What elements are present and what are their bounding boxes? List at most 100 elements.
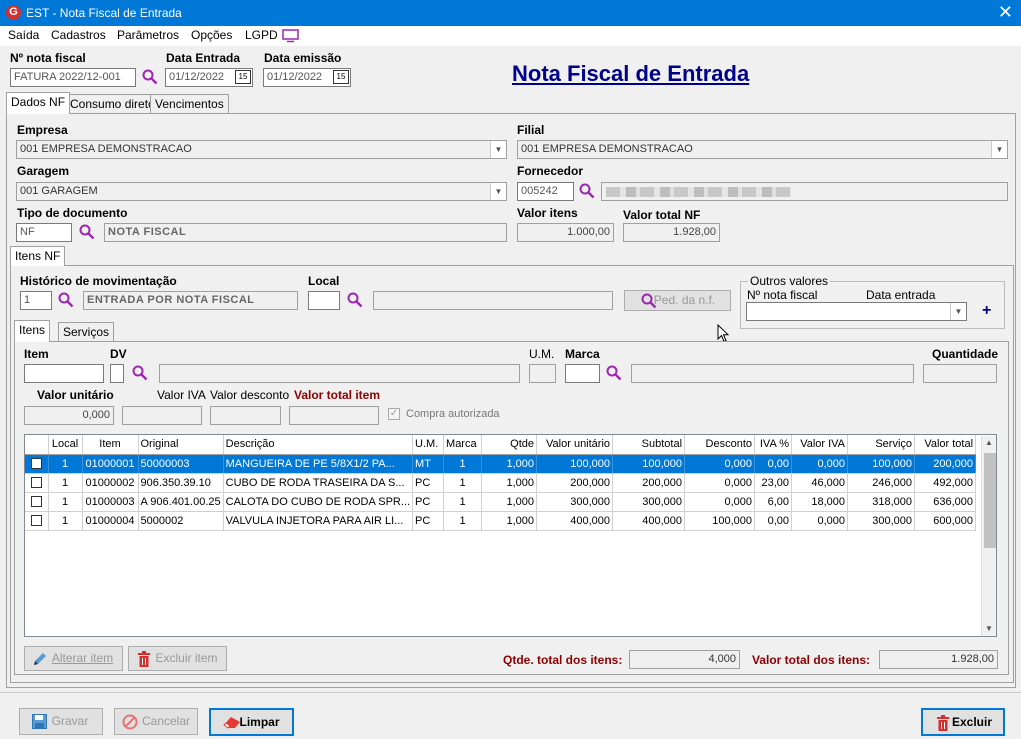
gravar-button[interactable]: Gravar — [19, 708, 103, 735]
column-header-select[interactable] — [25, 435, 49, 455]
cell-valor-unitario: 100,000 — [536, 454, 614, 474]
add-icon[interactable]: + — [982, 302, 991, 320]
compra-autorizada-checkbox[interactable]: ✓ — [388, 408, 400, 420]
tab-itens[interactable]: Itens — [14, 320, 51, 342]
menu-opcoes[interactable]: Opções — [191, 28, 232, 42]
column-header-valor-iva[interactable]: Valor IVA — [791, 435, 849, 455]
search-icon[interactable] — [132, 365, 148, 381]
row-checkbox[interactable] — [30, 496, 42, 508]
column-header-valor-unitario[interactable]: Valor unitário — [536, 435, 614, 455]
tab-dados-nf[interactable]: Dados NF — [6, 92, 71, 114]
search-icon[interactable] — [579, 183, 595, 199]
scroll-up-icon[interactable]: ▲ — [985, 438, 993, 447]
search-icon[interactable] — [142, 69, 158, 85]
column-header-subtotal[interactable]: Subtotal — [612, 435, 686, 455]
fornecedor-code-input[interactable]: 005242 — [517, 182, 574, 201]
calendar-icon[interactable]: 15 — [333, 70, 349, 84]
cell-valor-total: 600,000 — [914, 511, 977, 531]
column-header-servico[interactable]: Serviço — [847, 435, 916, 455]
window-title: EST - Nota Fiscal de Entrada — [26, 6, 182, 20]
historico-label: Histórico de movimentação — [20, 274, 177, 288]
table-row[interactable]: 1 01000003 A 906.401.00.25 CALOTA DO CUBO D… — [25, 492, 977, 512]
historico-code-input[interactable]: 1 — [20, 291, 52, 310]
grid-scrollbar[interactable]: ▲ ▼ — [981, 436, 996, 636]
cell-descricao: VALVULA INJETORA PARA AIR LI... — [223, 511, 414, 531]
cell-desconto: 0,000 — [684, 492, 756, 512]
cell-subtotal: 300,000 — [612, 492, 686, 512]
menu-saida[interactable]: Saída — [8, 28, 39, 42]
column-header-local[interactable]: Local — [48, 435, 83, 455]
search-icon — [641, 293, 657, 309]
excluir-button[interactable]: Excluir — [921, 708, 1005, 736]
tab-servicos[interactable]: Serviços — [58, 322, 115, 341]
valor-desconto-input[interactable] — [210, 406, 281, 425]
table-row[interactable]: 1 01000001 50000003 MANGUEIRA DE PE 5/8X1/2… — [25, 454, 977, 474]
row-checkbox[interactable] — [30, 477, 42, 489]
search-icon[interactable] — [606, 365, 622, 381]
column-header-item[interactable]: Item — [82, 435, 139, 455]
eraser-icon — [223, 717, 240, 729]
cell-valor-total: 636,000 — [914, 492, 977, 512]
cell-qtde: 1,000 — [481, 473, 538, 493]
cell-qtde: 1,000 — [481, 454, 538, 474]
scroll-down-icon[interactable]: ▼ — [985, 624, 993, 633]
menu-cadastros[interactable]: Cadastros — [51, 28, 106, 42]
valor-iva-input[interactable] — [122, 406, 202, 425]
cancelar-button[interactable]: Cancelar — [114, 708, 198, 735]
item-input[interactable] — [24, 364, 104, 383]
save-icon — [32, 714, 47, 729]
column-header-valor-total[interactable]: Valor total — [914, 435, 977, 455]
search-icon[interactable] — [58, 292, 74, 308]
row-checkbox-cell[interactable] — [25, 454, 49, 474]
row-checkbox[interactable] — [30, 458, 42, 470]
valor-total-item-input[interactable] — [289, 406, 379, 425]
row-checkbox[interactable] — [30, 515, 42, 527]
valor-total-nf-field: 1.928,00 — [623, 223, 720, 242]
column-header-iva-pct[interactable]: IVA % — [754, 435, 793, 455]
chevron-down-icon[interactable]: ▼ — [490, 183, 506, 200]
local-input[interactable] — [308, 291, 340, 310]
dv-input[interactable] — [110, 364, 124, 383]
cell-servico: 300,000 — [847, 511, 916, 531]
close-icon[interactable]: ✕ — [998, 2, 1013, 22]
quantidade-input[interactable] — [923, 364, 997, 383]
marca-input[interactable] — [565, 364, 600, 383]
column-header-marca[interactable]: Marca — [443, 435, 483, 455]
tipo-doc-code-input[interactable]: NF — [16, 223, 72, 242]
table-row[interactable]: 1 01000004 5000002 VALVULA INJETORA PARA AI… — [25, 511, 977, 531]
cell-iva-pct: 6,00 — [754, 492, 793, 512]
tab-itens-nf[interactable]: Itens NF — [10, 246, 66, 266]
column-header-original[interactable]: Original — [138, 435, 224, 455]
alterar-item-button[interactable]: Alterar item — [24, 646, 123, 671]
nf-number-input[interactable]: FATURA 2022/12-001 — [10, 68, 136, 87]
limpar-label: Limpar — [239, 715, 280, 729]
chevron-down-icon[interactable]: ▼ — [950, 303, 966, 320]
scrollbar-thumb[interactable] — [984, 453, 996, 548]
search-icon[interactable] — [79, 224, 95, 240]
table-row[interactable]: 1 01000002 906.350.39.10 CUBO DE RODA TRASE… — [25, 473, 977, 493]
row-checkbox-cell[interactable] — [25, 492, 49, 512]
tab-consumo-direto[interactable]: Consumo direto — [65, 94, 160, 113]
empresa-select[interactable]: 001 EMPRESA DEMONSTRACAO ▼ — [16, 140, 507, 159]
column-header-qtde[interactable]: Qtde — [481, 435, 538, 455]
column-header-descricao[interactable]: Descrição — [223, 435, 414, 455]
garagem-select[interactable]: 001 GARAGEM ▼ — [16, 182, 507, 201]
valor-unitario-input[interactable]: 0,000 — [24, 406, 114, 425]
menu-lgpd[interactable]: LGPD — [245, 28, 278, 42]
monitor-icon[interactable] — [282, 29, 299, 43]
pedido-nf-button[interactable]: Ped. da n.f. — [624, 290, 731, 311]
search-icon[interactable] — [347, 292, 363, 308]
limpar-button[interactable]: Limpar — [209, 708, 294, 736]
column-header-um[interactable]: U.M. — [412, 435, 445, 455]
calendar-icon[interactable]: 15 — [235, 70, 251, 84]
column-header-desconto[interactable]: Desconto — [684, 435, 756, 455]
tab-vencimentos[interactable]: Vencimentos — [150, 94, 229, 113]
row-checkbox-cell[interactable] — [25, 511, 49, 531]
menu-parametros[interactable]: Parâmetros — [117, 28, 179, 42]
chevron-down-icon[interactable]: ▼ — [991, 141, 1007, 158]
outros-valores-select[interactable]: ▼ — [746, 302, 967, 321]
filial-select[interactable]: 001 EMPRESA DEMONSTRACAO ▼ — [517, 140, 1008, 159]
row-checkbox-cell[interactable] — [25, 473, 49, 493]
chevron-down-icon[interactable]: ▼ — [490, 141, 506, 158]
excluir-item-button[interactable]: Excluir item — [128, 646, 227, 671]
